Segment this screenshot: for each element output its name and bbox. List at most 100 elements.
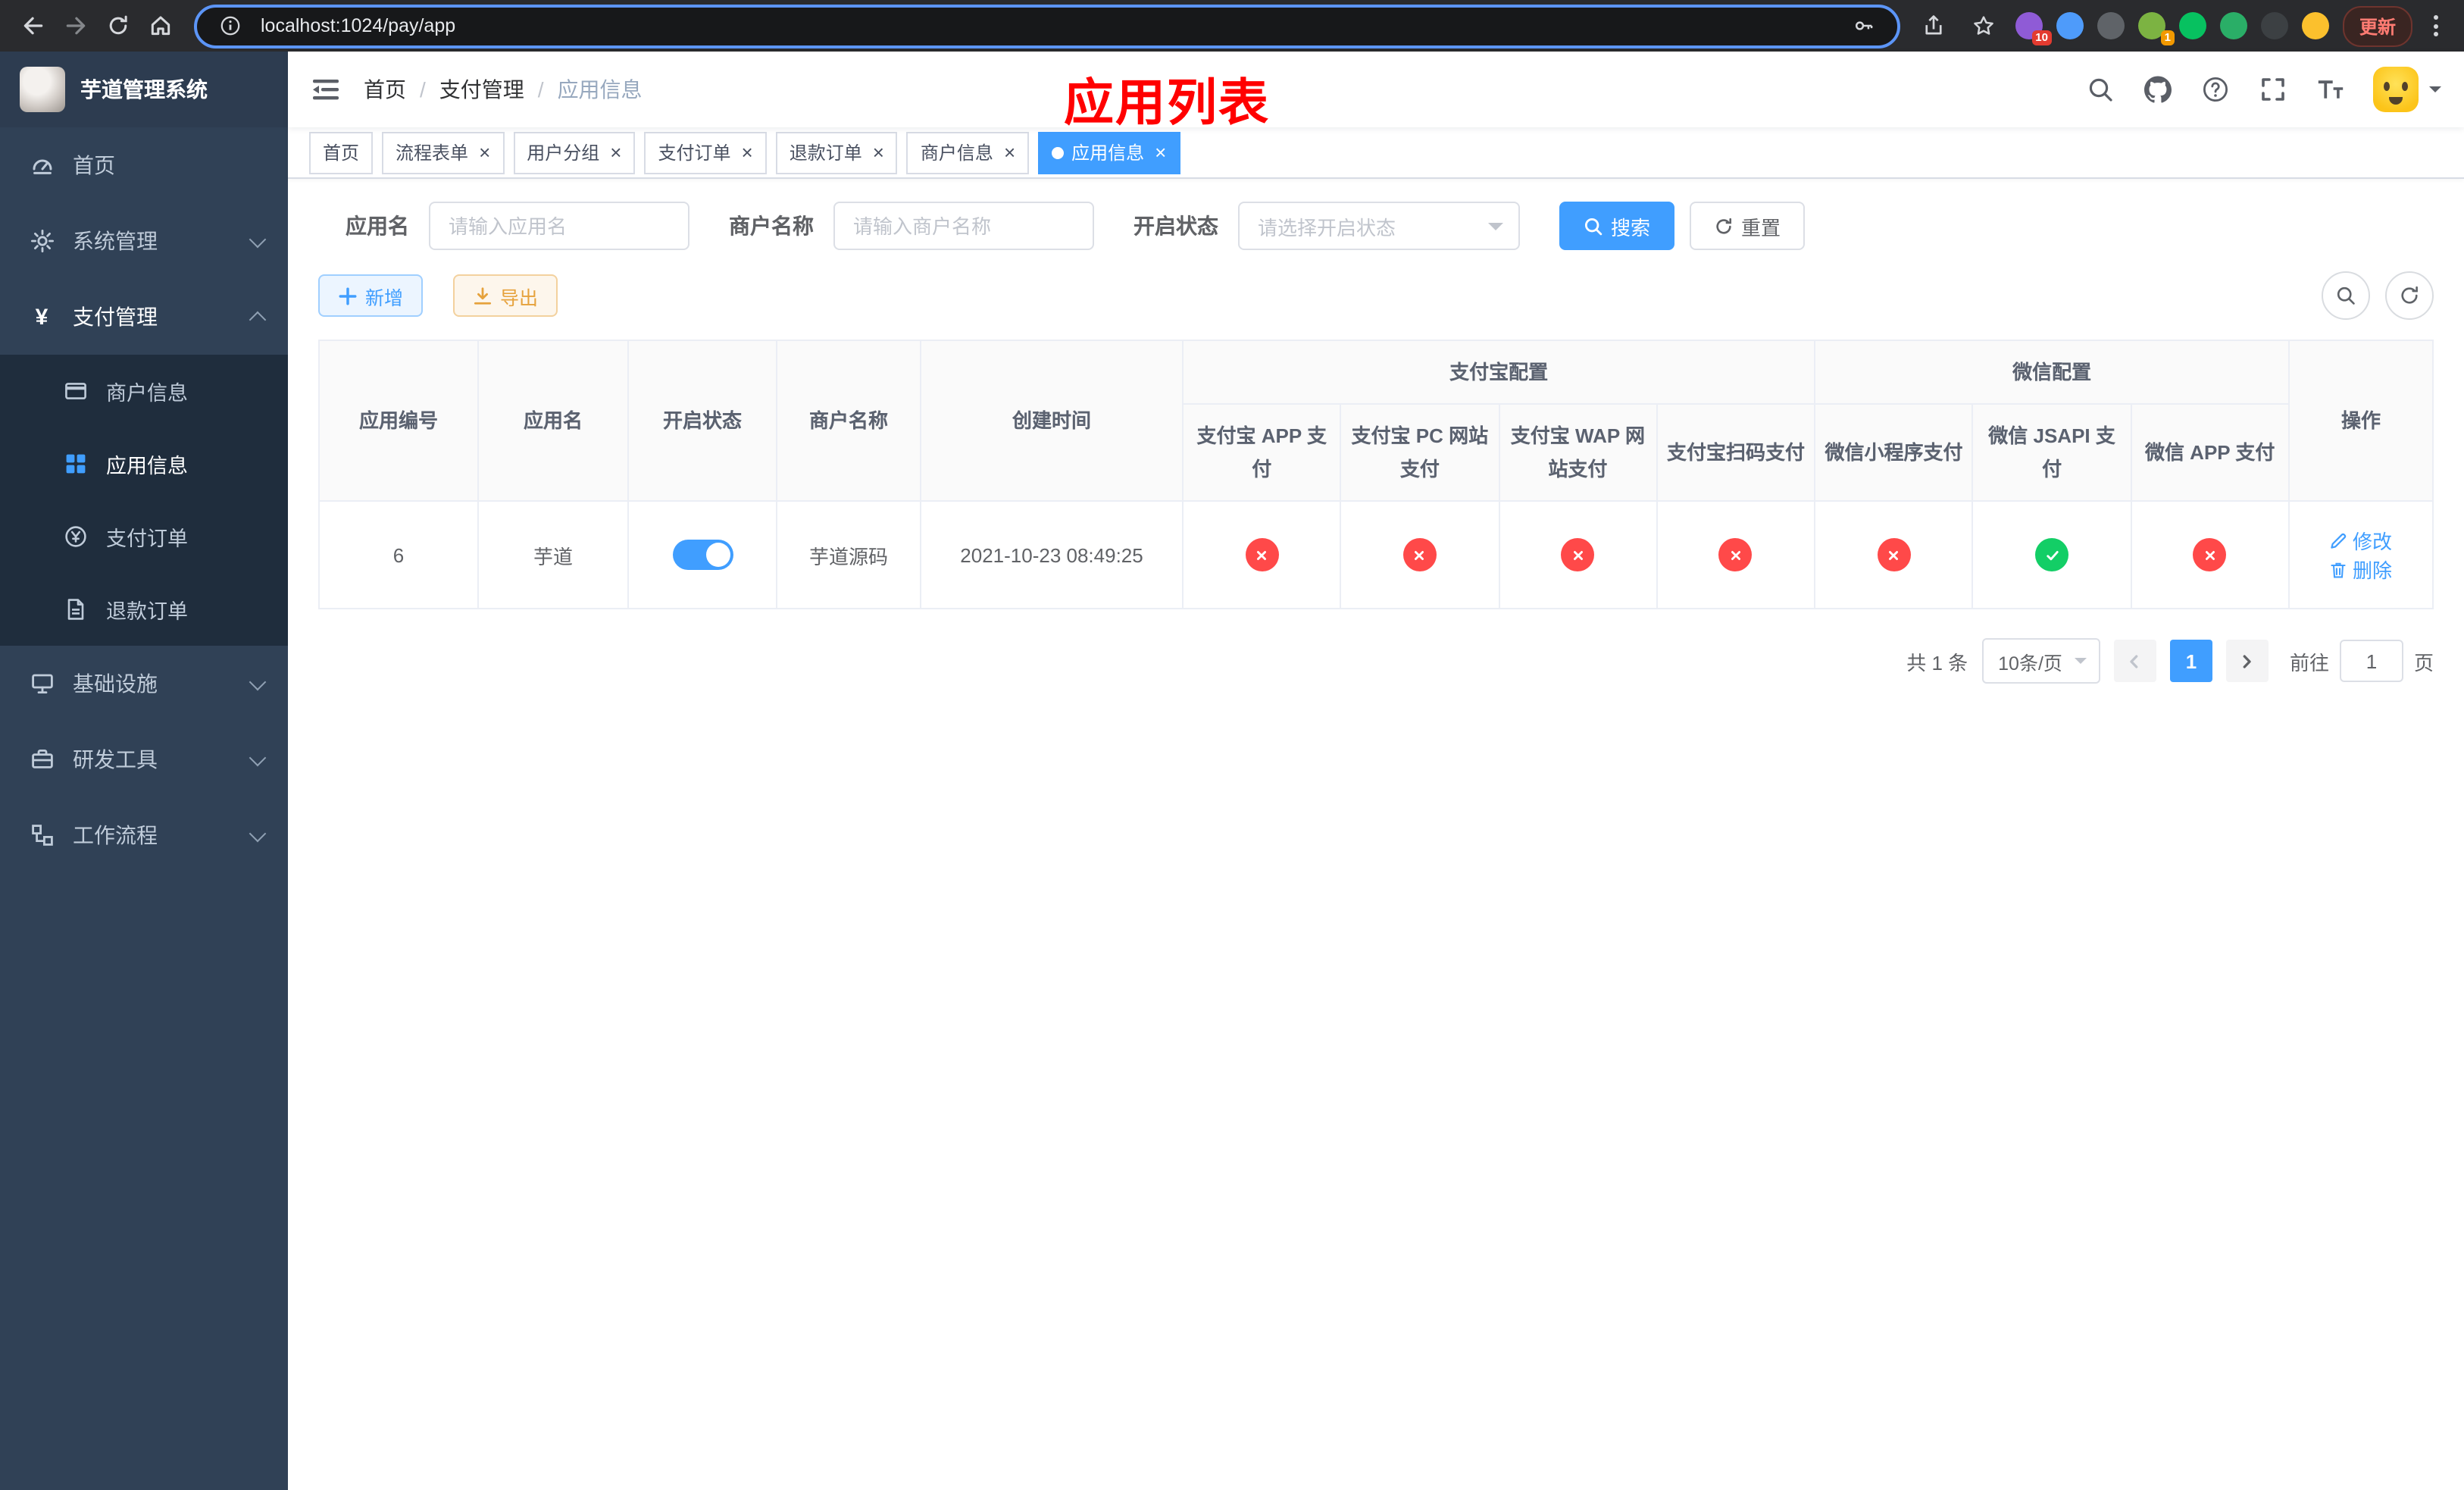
goto-page-input[interactable] xyxy=(2339,640,2403,683)
toggle-search-button[interactable] xyxy=(2322,271,2370,320)
browser-menu-icon[interactable] xyxy=(2426,15,2446,36)
browser-update-button[interactable]: 更新 xyxy=(2342,5,2412,46)
col-wx-app: 微信 APP 支付 xyxy=(2130,403,2290,502)
cell-actions: 修改 删除 xyxy=(2288,500,2434,610)
tab-label: 流程表单 xyxy=(396,142,469,164)
tab-3[interactable]: 用户分组 × xyxy=(513,131,636,174)
breadcrumb-home[interactable]: 首页 xyxy=(364,74,406,105)
tab-5[interactable]: 退款订单 × xyxy=(775,131,898,174)
sidebar-item-6[interactable]: 支付订单 xyxy=(0,500,288,573)
navbar: 首页 / 支付管理 / 应用信息 xyxy=(288,52,2464,127)
tab-close-icon[interactable]: × xyxy=(479,142,490,162)
browser-home-icon[interactable] xyxy=(142,8,179,44)
blue-drop-extension-icon[interactable] xyxy=(2056,12,2084,39)
address-bar[interactable]: localhost:1024/pay/app xyxy=(194,4,1900,48)
tab-label: 用户分组 xyxy=(527,142,600,164)
delete-button[interactable]: 删除 xyxy=(2330,556,2392,584)
dashboard-icon xyxy=(29,152,55,178)
add-button[interactable]: 新增 xyxy=(318,274,424,317)
browser-back-icon[interactable] xyxy=(15,8,52,44)
site-info-icon[interactable] xyxy=(212,8,249,44)
tab-close-icon[interactable]: × xyxy=(742,142,753,162)
reset-button[interactable]: 重置 xyxy=(1690,202,1806,250)
page-content: 应用名 商户名称 开启状态 请选择开启状态 xyxy=(288,179,2464,1490)
app-logo[interactable]: 芋道管理系统 xyxy=(0,52,288,127)
browser-reload-icon[interactable] xyxy=(100,8,136,44)
refresh-button[interactable] xyxy=(2385,271,2434,320)
sidebar-item-9[interactable]: 研发工具 xyxy=(0,722,288,797)
coin-icon xyxy=(62,524,88,549)
tab-6[interactable]: 商户信息 × xyxy=(906,131,1030,174)
page-number-1[interactable]: 1 xyxy=(2169,640,2212,683)
tab-close-icon[interactable]: × xyxy=(1155,142,1166,162)
sidebar-item-3[interactable]: ¥ 支付管理 xyxy=(0,279,288,355)
merchant-name-input[interactable] xyxy=(833,202,1094,250)
wechat-devtools-extension-icon[interactable] xyxy=(2178,12,2206,39)
tab-7[interactable]: 应用信息 × xyxy=(1038,131,1180,174)
emoji-face-extension-icon[interactable] xyxy=(2301,12,2329,39)
tab-close-icon[interactable]: × xyxy=(610,142,621,162)
hamburger-icon[interactable] xyxy=(311,74,341,105)
user-menu[interactable] xyxy=(2373,67,2441,112)
tab-close-icon[interactable]: × xyxy=(1004,142,1015,162)
col-status: 开启状态 xyxy=(627,339,777,502)
status-cell-wx-app xyxy=(2130,500,2290,610)
tab-2[interactable]: 流程表单 × xyxy=(382,131,505,174)
green-chat-extension-icon[interactable] xyxy=(2219,12,2247,39)
page-size-value: 10条/页 xyxy=(1998,653,2062,675)
help-icon[interactable] xyxy=(2200,75,2229,104)
search-button[interactable]: 搜索 xyxy=(1559,202,1675,250)
tab-1[interactable]: 首页 xyxy=(309,131,374,174)
sidebar-item-1[interactable]: 首页 xyxy=(0,127,288,203)
add-button-label: 新增 xyxy=(365,287,404,308)
app-name-input[interactable] xyxy=(429,202,689,250)
status-select[interactable]: 请选择开启状态 xyxy=(1238,202,1520,250)
cell-app-id: 6 xyxy=(318,500,479,610)
sidebar-item-10[interactable]: 工作流程 xyxy=(0,797,288,873)
avatar-extension-icon[interactable]: 1 xyxy=(2137,12,2175,45)
edit-button[interactable]: 修改 xyxy=(2330,527,2392,556)
cell-app-name: 芋道 xyxy=(477,500,629,610)
doc-icon xyxy=(62,596,88,622)
chevron-down-icon xyxy=(1488,222,1503,237)
colorful-extension-icon[interactable]: 10 xyxy=(2015,12,2052,45)
yen-icon: ¥ xyxy=(35,304,48,330)
col-group-alipay: 支付宝配置 xyxy=(1181,339,1816,405)
url-text: localhost:1024/pay/app xyxy=(261,15,456,36)
sidebar-item-2[interactable]: 系统管理 xyxy=(0,203,288,279)
extension-badge: 1 xyxy=(2160,30,2175,45)
col-alipay-app: 支付宝 APP 支付 xyxy=(1181,403,1342,502)
sidebar-item-label: 系统管理 xyxy=(73,229,158,253)
navbar-actions xyxy=(2085,67,2441,112)
sidebar-item-4[interactable]: 商户信息 xyxy=(0,355,288,427)
breadcrumb-pay[interactable]: 支付管理 xyxy=(439,74,524,105)
screen: localhost:1024/pay/app 10 1 更新 芋道管理系统 首页系… xyxy=(0,0,2464,1490)
bookmark-star-icon[interactable] xyxy=(1965,8,2002,44)
export-button-label: 导出 xyxy=(500,287,539,308)
browser-forward-icon[interactable] xyxy=(58,8,94,44)
search-icon[interactable] xyxy=(2085,75,2114,104)
dark-globe-extension-icon[interactable] xyxy=(2097,12,2125,39)
sidebar-item-7[interactable]: 退款订单 xyxy=(0,573,288,646)
share-icon[interactable] xyxy=(1915,8,1952,44)
app-name-label: 应用名 xyxy=(346,214,409,238)
font-size-icon[interactable] xyxy=(2315,75,2344,104)
breadcrumb-separator: / xyxy=(537,77,544,102)
fullscreen-icon[interactable] xyxy=(2258,75,2287,104)
prev-page-button[interactable] xyxy=(2113,640,2156,683)
password-key-icon[interactable] xyxy=(1846,8,1882,44)
edit-button-label: 修改 xyxy=(2352,531,2392,554)
sidebar-item-8[interactable]: 基础设施 xyxy=(0,646,288,722)
dark-knot-extension-icon[interactable] xyxy=(2260,12,2288,39)
tab-close-icon[interactable]: × xyxy=(873,142,884,162)
user-avatar xyxy=(2373,67,2419,112)
github-icon[interactable] xyxy=(2143,75,2172,104)
col-app-id: 应用编号 xyxy=(318,339,479,502)
sidebar-item-5[interactable]: 应用信息 xyxy=(0,427,288,500)
export-button[interactable]: 导出 xyxy=(453,274,558,317)
reset-button-label: 重置 xyxy=(1741,216,1781,239)
status-toggle[interactable] xyxy=(672,540,733,571)
tab-4[interactable]: 支付订单 × xyxy=(644,131,767,174)
next-page-button[interactable] xyxy=(2225,640,2269,683)
page-size-select[interactable]: 10条/页 xyxy=(1981,638,2100,684)
